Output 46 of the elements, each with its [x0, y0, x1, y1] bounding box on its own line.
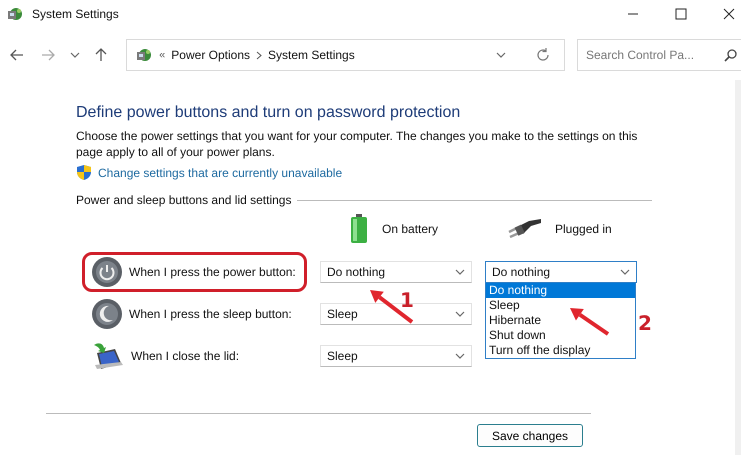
- column-header: On battery: [382, 222, 438, 236]
- search-field[interactable]: Search Control Pa...: [576, 39, 741, 71]
- change-settings-link[interactable]: Change settings that are currently unavailable: [98, 166, 342, 180]
- up-arrow-icon[interactable]: [95, 48, 108, 62]
- power-icon: [91, 256, 123, 288]
- description-text: Choose the power settings that you want for your computer. The changes you make to the settings on this page apply to all of your power plans.: [76, 128, 638, 160]
- chevron-down-icon: [455, 353, 465, 359]
- dropdown-option[interactable]: Hibernate: [486, 313, 635, 328]
- overflow-chevrons[interactable]: «: [159, 49, 166, 61]
- back-arrow-icon[interactable]: [10, 49, 24, 61]
- column-header: Plugged in: [555, 222, 612, 236]
- setting-label: When I close the lid:: [131, 349, 240, 363]
- recent-pages-icon: [70, 52, 80, 58]
- chevron-down-icon: [455, 269, 465, 275]
- moon-icon: [91, 298, 123, 330]
- annotation-arrow: [570, 308, 610, 336]
- setting-label: When I press the sleep button:: [129, 307, 292, 321]
- shield-icon: [76, 164, 92, 181]
- plug-icon: [507, 218, 541, 240]
- dropdown-option[interactable]: Do nothing: [486, 283, 635, 298]
- dropdown-field[interactable]: Do nothing: [320, 261, 472, 283]
- dropdown-field[interactable]: Sleep: [320, 345, 472, 367]
- maximize-icon[interactable]: [675, 8, 687, 20]
- section-title: Power and sleep buttons and lid settings: [76, 193, 292, 207]
- close-icon[interactable]: [723, 8, 735, 20]
- address-dropdown-icon: [496, 52, 506, 58]
- window-title: System Settings: [32, 7, 120, 21]
- annotation-arrow: [370, 290, 414, 324]
- dropdown-option[interactable]: Sleep: [486, 298, 635, 313]
- save-button[interactable]: Save changes: [477, 424, 583, 447]
- chevron-down-icon: [455, 311, 465, 317]
- breadcrumb[interactable]: Power Options: [171, 48, 250, 62]
- dropdown-option[interactable]: Shut down: [486, 328, 635, 343]
- battery-icon: [350, 214, 368, 244]
- refresh-icon[interactable]: [536, 48, 550, 62]
- dropdown-option[interactable]: Turn off the display: [486, 343, 635, 358]
- breadcrumb-separator-icon: [256, 50, 262, 60]
- chevron-down-icon: [620, 269, 630, 275]
- setting-label: When I press the power button:: [129, 265, 296, 279]
- control-panel-icon: [135, 46, 154, 64]
- control-panel-icon: [6, 5, 24, 23]
- search-icon: [724, 49, 737, 62]
- address-bar[interactable]: « Power Options System Settings: [126, 39, 565, 71]
- page-heading: Define power buttons and turn on password protection: [76, 104, 462, 122]
- breadcrumb[interactable]: System Settings: [268, 48, 355, 62]
- step-number: 2: [638, 311, 652, 335]
